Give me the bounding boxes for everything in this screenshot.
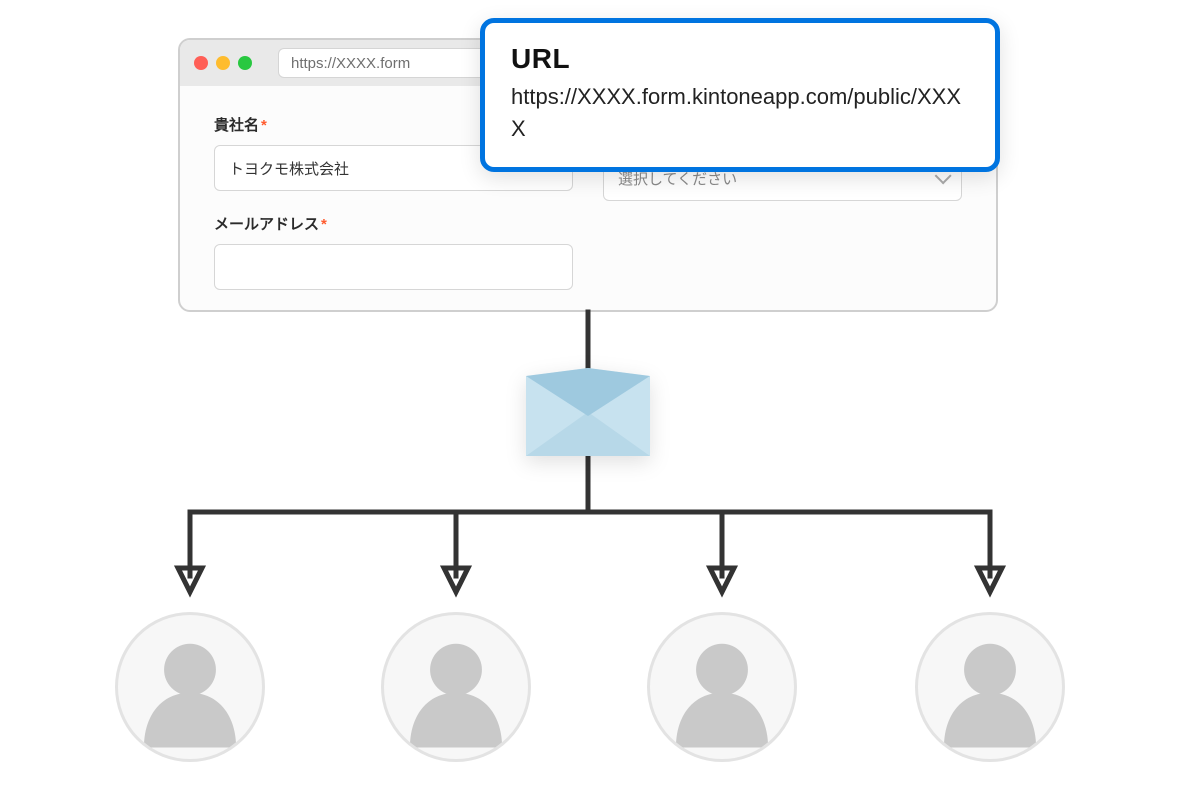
user-avatar [915,612,1065,762]
envelope-icon [526,368,650,456]
user-avatar [647,612,797,762]
user-avatar [115,612,265,762]
email-label: メールアドレス* [214,213,573,234]
window-zoom-icon [238,56,252,70]
required-mark: * [321,216,327,233]
url-callout-value: https://XXXX.form.kintoneapp.com/public/… [511,81,969,145]
url-callout-title: URL [511,43,969,75]
address-bar-text: https://XXXX.form [291,55,410,72]
url-callout: URL https://XXXX.form.kintoneapp.com/pub… [480,18,1000,172]
user-avatar [381,612,531,762]
window-minimize-icon [216,56,230,70]
required-mark: * [261,117,267,134]
window-close-icon [194,56,208,70]
email-input[interactable] [214,244,573,290]
company-input-value: トヨクモ株式会社 [229,158,349,179]
